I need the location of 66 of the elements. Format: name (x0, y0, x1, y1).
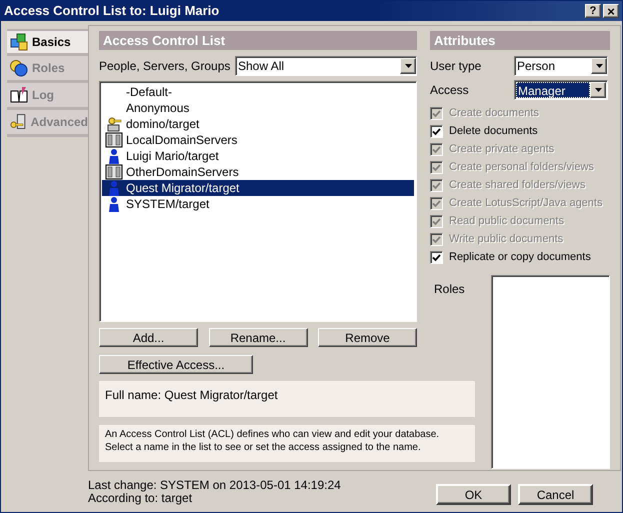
effective-access-button[interactable]: Effective Access... (99, 355, 253, 374)
checkbox-label: Read public documents (449, 214, 564, 230)
help-text: An Access Control List (ACL) defines who can view and edit your database. Select a name in the list to see or set the access assigned to the name. (105, 428, 440, 454)
checkbox-label: Write public documents (449, 232, 564, 248)
check-icon (432, 200, 441, 208)
according-to-text: According to: target (88, 492, 194, 505)
list-item[interactable]: Quest Migrator/target (102, 180, 414, 196)
sidebar-tab[interactable]: Basics (7, 29, 88, 56)
person-icon (108, 180, 120, 196)
filter-label: People, Servers, Groups (99, 58, 230, 75)
close-button[interactable]: × (603, 4, 619, 18)
last-change-text: Last change: SYSTEM on 2013-05-01 14:19:24 (88, 479, 342, 492)
check-icon (432, 146, 441, 154)
filter-dropdown[interactable]: Show All (235, 56, 417, 76)
person-icon (108, 196, 120, 212)
check-icon (432, 110, 441, 118)
checkbox-label: Create LotusScript/Java agents (449, 196, 602, 212)
list-item[interactable]: domino/target (102, 116, 414, 132)
check-icon (432, 164, 441, 172)
help-button[interactable]: ? (585, 4, 601, 18)
section-header: Attributes (430, 31, 610, 50)
action-button[interactable]: Remove (318, 328, 417, 347)
user-type-dropdown[interactable]: Person (514, 56, 608, 76)
full-name-text: Full name: Quest Migrator/target (105, 388, 278, 402)
check-icon (432, 128, 441, 136)
action-button[interactable]: Add... (99, 328, 198, 347)
list-item[interactable]: OtherDomainServers (102, 164, 414, 180)
check-icon (432, 254, 441, 262)
server-key-icon (106, 116, 122, 132)
list-item[interactable]: Luigi Mario/target (102, 148, 414, 164)
dropdown-arrow-button[interactable] (400, 58, 416, 74)
dialog-button[interactable]: OK (436, 484, 511, 505)
list-item[interactable]: LocalDomainServers (102, 132, 414, 148)
dialog-button[interactable]: Cancel (518, 484, 593, 505)
checkbox-label: Create shared folders/views (449, 178, 586, 194)
checkbox-label: Create documents (449, 106, 539, 122)
user-type-label: User type (430, 58, 482, 75)
server-group-icon (105, 164, 123, 180)
checkbox[interactable] (430, 251, 443, 264)
check-icon (432, 182, 441, 190)
dropdown-arrow-button[interactable] (591, 58, 607, 74)
section-header: Access Control List (99, 31, 417, 50)
check-icon (432, 236, 441, 244)
roles-label: Roles (434, 281, 465, 298)
list-item[interactable]: SYSTEM/target (102, 196, 414, 212)
list-item[interactable]: -Default- (102, 84, 414, 100)
book-icon (10, 86, 28, 104)
checkbox-label: Delete documents (449, 124, 538, 140)
caret-icon (596, 64, 602, 68)
caret-icon (594, 88, 602, 92)
access-label: Access (430, 82, 470, 99)
checkbox[interactable] (430, 125, 443, 138)
blocks-icon (10, 33, 28, 51)
check-icon (432, 218, 441, 226)
access-dropdown[interactable]: Manager (514, 80, 608, 100)
checkbox-label: Replicate or copy documents (449, 250, 591, 266)
dropdown-arrow-button[interactable] (590, 82, 606, 98)
action-button[interactable]: Rename... (208, 328, 308, 347)
caret-icon (404, 64, 412, 68)
server-group-icon (105, 132, 123, 148)
person-icon (108, 148, 120, 164)
key-icon (10, 113, 27, 131)
checkbox-label: Create private agents (449, 142, 554, 158)
list-item[interactable]: Anonymous (102, 100, 414, 116)
window-title: Access Control List to: Luigi Mario (4, 2, 220, 20)
checkbox-label: Create personal folders/views (449, 160, 594, 176)
